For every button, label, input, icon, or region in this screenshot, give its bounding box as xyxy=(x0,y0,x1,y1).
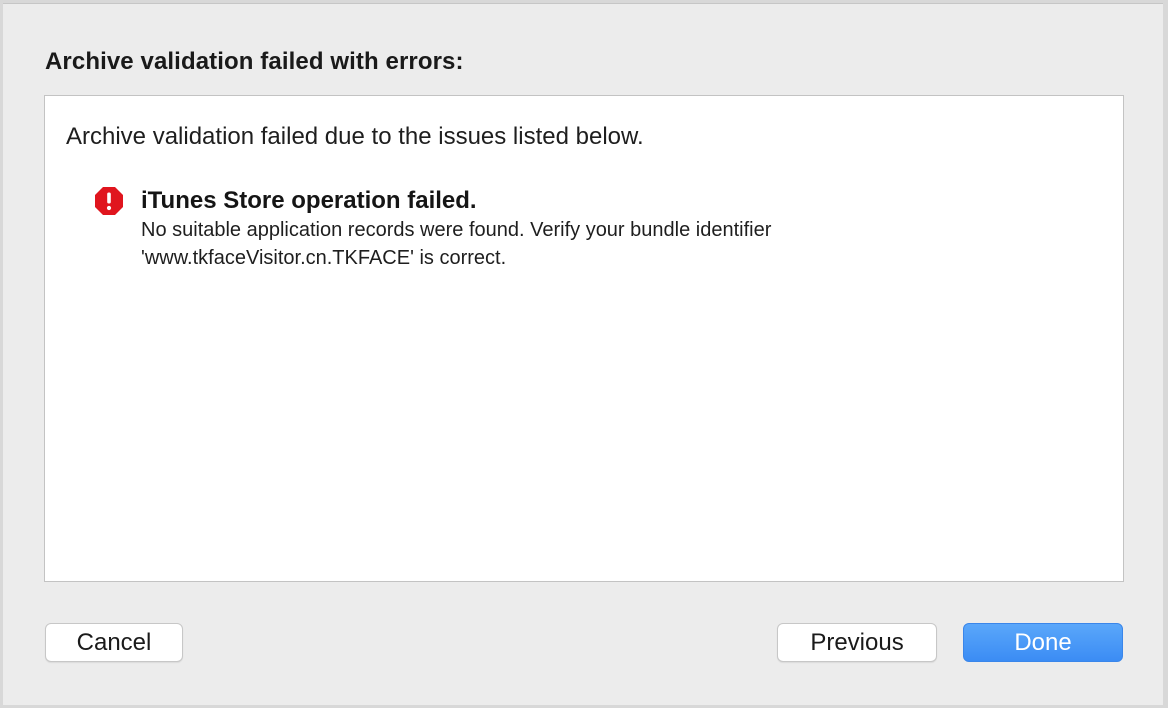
validation-dialog: Archive validation failed with errors: A… xyxy=(3,3,1163,705)
issue-detail-line-1: No suitable application records were fou… xyxy=(141,219,772,241)
previous-button[interactable]: Previous xyxy=(777,623,937,662)
issue-title: iTunes Store operation failed. xyxy=(141,187,477,214)
issues-panel: Archive validation failed due to the iss… xyxy=(44,95,1124,582)
done-button[interactable]: Done xyxy=(963,623,1123,662)
issue-detail-line-2: 'www.tkfaceVisitor.cn.TKFACE' is correct… xyxy=(141,247,507,269)
issues-summary: Archive validation failed due to the iss… xyxy=(66,123,644,150)
error-stop-icon xyxy=(94,186,124,216)
cancel-button[interactable]: Cancel xyxy=(45,623,183,662)
issue-text: iTunes Store operation failed. No suitab… xyxy=(141,186,1041,272)
dialog-title: Archive validation failed with errors: xyxy=(45,48,464,75)
